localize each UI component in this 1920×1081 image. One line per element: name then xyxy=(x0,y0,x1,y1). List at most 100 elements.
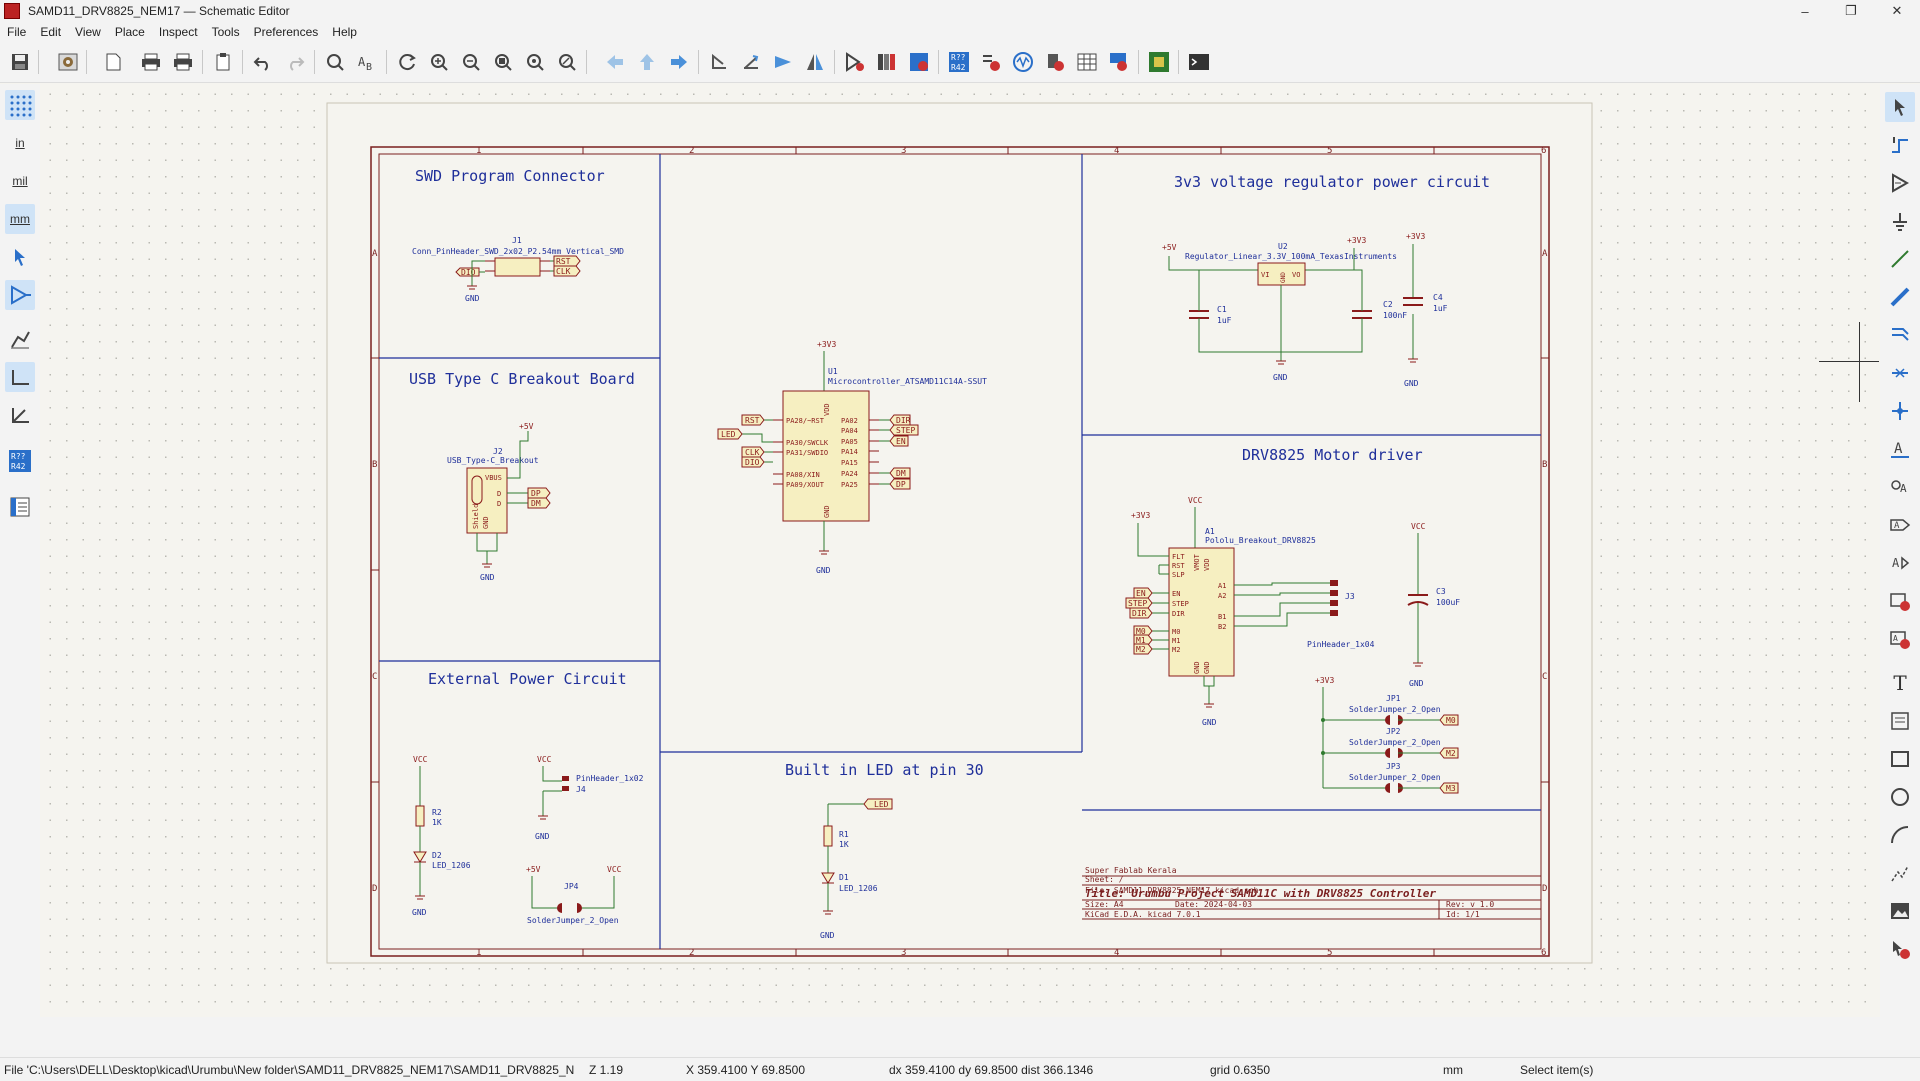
cursor-crosshair-icon[interactable] xyxy=(5,242,35,272)
save-icon[interactable] xyxy=(7,49,33,75)
paste-icon[interactable] xyxy=(210,49,236,75)
mirror-vertical-icon[interactable] xyxy=(770,49,796,75)
add-power-icon[interactable] xyxy=(1885,206,1915,236)
schematic-setup-icon[interactable] xyxy=(55,49,81,75)
add-global-label-icon[interactable]: A xyxy=(1885,510,1915,540)
find-replace-icon[interactable]: AB xyxy=(354,49,380,75)
navigate-back-icon[interactable] xyxy=(602,49,628,75)
rotate-cw-icon[interactable] xyxy=(738,49,764,75)
add-junction-icon[interactable] xyxy=(1885,396,1915,426)
schematic-canvas[interactable]: 1 2 3 4 5 6 1 2 3 4 5 6 A B C D A B C D xyxy=(42,86,1879,1016)
menu-inspect[interactable]: Inspect xyxy=(152,25,205,39)
highlight-net-icon[interactable] xyxy=(1885,130,1915,160)
units-inches-button[interactable]: in xyxy=(5,128,35,158)
open-pcb-icon[interactable] xyxy=(1146,49,1172,75)
a1-pin-slp: SLP xyxy=(1172,571,1185,579)
hidden-pins-icon[interactable] xyxy=(5,280,35,310)
minimize-button[interactable]: – xyxy=(1782,0,1828,22)
no-connect-icon[interactable] xyxy=(1885,358,1915,388)
symbol-editor-icon[interactable] xyxy=(842,49,868,75)
c2-value: 100nF xyxy=(1383,311,1407,320)
zoom-selection-icon[interactable] xyxy=(554,49,580,75)
add-symbol-icon[interactable] xyxy=(1885,168,1915,198)
u1-pin-pa04: PA04 xyxy=(841,427,858,435)
add-label-icon[interactable]: A xyxy=(1885,434,1915,464)
add-graphic-lines-icon[interactable] xyxy=(1885,858,1915,888)
select-tool-icon[interactable] xyxy=(1885,92,1915,122)
u1-pin-pa24: PA24 xyxy=(841,470,858,478)
status-delta: dx 359.4100 dy 69.8500 dist 366.1346 xyxy=(889,1063,1094,1077)
add-bus-icon[interactable] xyxy=(1885,282,1915,312)
hierarchy-panel-icon[interactable] xyxy=(5,492,35,522)
add-image-icon[interactable] xyxy=(1885,896,1915,926)
menu-place[interactable]: Place xyxy=(108,25,152,39)
find-icon[interactable] xyxy=(322,49,348,75)
j3-ref: J3 xyxy=(1345,592,1355,601)
menu-view[interactable]: View xyxy=(68,25,108,39)
delete-tool-icon[interactable] xyxy=(1885,934,1915,964)
scripting-console-icon[interactable] xyxy=(1186,49,1212,75)
add-text-icon[interactable]: T xyxy=(1885,668,1915,698)
a1-gnd-pin-1: GND xyxy=(1193,661,1201,674)
bom-icon[interactable] xyxy=(1106,49,1132,75)
svg-text:A: A xyxy=(1900,482,1907,495)
erc-icon[interactable] xyxy=(978,49,1004,75)
block-title-regulator: 3v3 voltage regulator power circuit xyxy=(1174,173,1490,191)
grid-toggle-icon[interactable] xyxy=(5,90,35,120)
zoom-out-icon[interactable] xyxy=(458,49,484,75)
j1-clk-label: CLK xyxy=(556,267,571,276)
units-mm-button[interactable]: mm xyxy=(5,204,35,234)
maximize-button[interactable]: ❐ xyxy=(1828,0,1874,22)
rotate-ccw-icon[interactable] xyxy=(706,49,732,75)
add-textbox-icon[interactable] xyxy=(1885,706,1915,736)
col-label-1-bottom: 1 xyxy=(476,948,481,958)
add-sheet-icon[interactable] xyxy=(1885,586,1915,616)
page-settings-icon[interactable] xyxy=(100,49,126,75)
u1-value: Microcontroller_ATSAMD11C14A-SSUT xyxy=(828,377,987,386)
undo-icon[interactable] xyxy=(250,49,276,75)
zoom-fit-icon[interactable] xyxy=(490,49,516,75)
annotate-icon[interactable]: R?? R42 xyxy=(946,49,972,75)
j2-gnd-label: GND xyxy=(480,573,495,582)
refresh-icon[interactable] xyxy=(394,49,420,75)
status-grid: grid 0.6350 xyxy=(1210,1063,1271,1077)
j4-ref: J4 xyxy=(576,785,586,794)
add-hierarchical-label-icon[interactable]: A xyxy=(1885,548,1915,578)
menu-edit[interactable]: Edit xyxy=(33,25,68,39)
annotation-preview-icon[interactable]: R?? R42 xyxy=(5,446,35,476)
add-netclass-icon[interactable]: A xyxy=(1885,472,1915,502)
add-rectangle-icon[interactable] xyxy=(1885,744,1915,774)
j2-gnd-pin: GND xyxy=(482,516,490,529)
plot-icon[interactable] xyxy=(170,49,196,75)
simulator-icon[interactable] xyxy=(1010,49,1036,75)
assign-footprints-icon[interactable] xyxy=(1042,49,1068,75)
add-arc-icon[interactable] xyxy=(1885,820,1915,850)
line-mode-45-icon[interactable] xyxy=(5,400,35,430)
r1-ref: R1 xyxy=(839,830,849,839)
d2-value: LED_1206 xyxy=(432,861,471,870)
mirror-horizontal-icon[interactable] xyxy=(802,49,828,75)
menu-preferences[interactable]: Preferences xyxy=(247,25,326,39)
symbol-library-icon[interactable] xyxy=(874,49,900,75)
line-mode-free-icon[interactable] xyxy=(5,324,35,354)
add-wire-icon[interactable] xyxy=(1885,244,1915,274)
update-pcb-symbols-icon[interactable] xyxy=(906,49,932,75)
import-sheet-pin-icon[interactable]: A xyxy=(1885,624,1915,654)
zoom-objects-icon[interactable] xyxy=(522,49,548,75)
close-button[interactable]: ✕ xyxy=(1874,0,1920,22)
a1-m2-net: M2 xyxy=(1136,645,1146,654)
menu-file[interactable]: File xyxy=(0,25,33,39)
navigate-up-icon[interactable] xyxy=(634,49,660,75)
menu-help[interactable]: Help xyxy=(325,25,364,39)
menu-tools[interactable]: Tools xyxy=(205,25,247,39)
zoom-in-icon[interactable] xyxy=(426,49,452,75)
add-circle-icon[interactable] xyxy=(1885,782,1915,812)
redo-icon[interactable] xyxy=(282,49,308,75)
add-bus-entry-icon[interactable] xyxy=(1885,320,1915,350)
fields-table-icon[interactable] xyxy=(1074,49,1100,75)
units-mils-button[interactable]: mil xyxy=(5,166,35,196)
line-mode-90-icon[interactable] xyxy=(5,362,35,392)
status-zoom: Z 1.19 xyxy=(589,1063,624,1077)
print-icon[interactable] xyxy=(138,49,164,75)
navigate-forward-icon[interactable] xyxy=(666,49,692,75)
